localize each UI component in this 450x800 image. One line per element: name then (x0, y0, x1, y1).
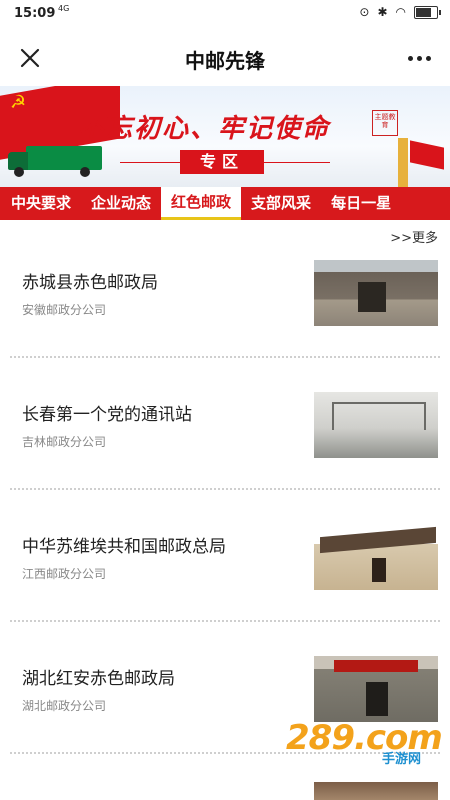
theme-seal: 主题教育 (372, 110, 398, 136)
item-title: 湖北红安赤色邮政局 (22, 669, 175, 689)
battery-fill (416, 7, 431, 17)
list-item-partial[interactable] (0, 774, 450, 800)
banner-slogan: 不忘初心、牢记使命 (78, 114, 331, 144)
tab-meiri-yixing[interactable]: 每日一星 (321, 187, 401, 220)
status-bar: 15:09 4G ⊙ ✱ ◠ (0, 0, 450, 28)
article-list: 赤城县赤色邮政局 安徽邮政分公司 长春第一个党的通讯站 吉林邮政分公司 中华苏维… (0, 246, 450, 774)
tab-zhibu-fengcai[interactable]: 支部风采 (241, 187, 321, 220)
top-nav-bar: 中邮先锋 (0, 28, 450, 86)
watermark-sub: 手游网 (382, 752, 422, 767)
divider (10, 356, 440, 358)
item-source: 吉林邮政分公司 (22, 435, 107, 449)
tab-hongse-youzheng[interactable]: 红色邮政 (161, 187, 242, 220)
status-icons: ⊙ ✱ ◠ (359, 5, 441, 19)
divider (10, 620, 440, 622)
postal-truck-graphic (4, 146, 104, 177)
status-time: 15:09 (14, 6, 56, 21)
item-title: 赤城县赤色邮政局 (22, 273, 158, 293)
network-indicator: 4G (58, 4, 70, 13)
list-item[interactable]: 中华苏维埃共和国邮政总局 江西邮政分公司 (0, 510, 450, 642)
item-title: 长春第一个党的通讯站 (22, 405, 192, 425)
tab-zhongyang-yaoqiu[interactable]: 中央要求 (0, 187, 81, 220)
item-thumbnail (314, 260, 438, 326)
page-title: 中邮先锋 (185, 49, 265, 73)
hammer-sickle-icon: ☭ (10, 92, 27, 113)
divider (10, 488, 440, 490)
item-thumbnail (314, 782, 438, 800)
list-item[interactable]: 赤城县赤色邮政局 安徽邮政分公司 (0, 246, 450, 378)
red-flag-graphic (410, 140, 444, 170)
list-item[interactable]: 长春第一个党的通讯站 吉林邮政分公司 (0, 378, 450, 510)
item-source: 江西邮政分公司 (22, 567, 107, 581)
zone-label: 专区 (180, 150, 264, 174)
monument-graphic (398, 138, 408, 187)
wifi-icon: ◠ (395, 5, 406, 19)
battery-icon (414, 5, 441, 19)
item-thumbnail (314, 392, 438, 458)
site-watermark: 289.com 手游网 (286, 718, 443, 770)
banner-image[interactable]: ☭ 不忘初心、牢记使命 主题教育 专区 (0, 86, 450, 187)
alarm-icon: ⊙ (359, 5, 370, 19)
item-thumbnail (314, 524, 438, 590)
bluetooth-icon: ✱ (377, 5, 388, 19)
item-title: 中华苏维埃共和国邮政总局 (22, 537, 226, 557)
tab-qiye-dongtai[interactable]: 企业动态 (81, 187, 161, 220)
category-tabs: 中央要求 企业动态 红色邮政 支部风采 每日一星 (0, 187, 450, 220)
item-thumbnail (314, 656, 438, 722)
more-link[interactable]: >>更多 (390, 227, 438, 246)
item-source: 安徽邮政分公司 (22, 303, 107, 317)
more-icon[interactable] (404, 44, 434, 72)
item-source: 湖北邮政分公司 (22, 699, 107, 713)
